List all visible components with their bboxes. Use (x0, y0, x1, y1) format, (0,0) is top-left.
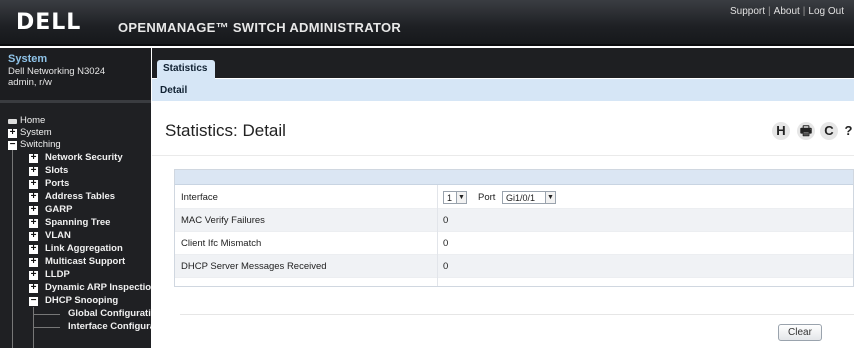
home-icon (8, 119, 17, 124)
nav-item-slots[interactable]: Slots (45, 165, 68, 177)
client-ifc-mismatch-value: 0 (443, 238, 449, 249)
expand-icon[interactable]: + (29, 205, 38, 215)
help-icon[interactable]: ? (843, 122, 854, 140)
top-links: Support | About | Log Out (730, 6, 844, 17)
expand-icon[interactable]: + (29, 257, 38, 267)
chevron-down-icon: ▼ (545, 192, 555, 203)
panel-header (175, 170, 853, 185)
nav-item-link-aggregation[interactable]: Link Aggregation (45, 243, 123, 255)
nav-item-dynamic-arp-inspection[interactable]: Dynamic ARP Inspection (45, 282, 151, 294)
expand-icon[interactable]: + (29, 153, 38, 163)
nav-item-global-configuration[interactable]: Global Configuratio (68, 308, 151, 320)
table-row: MAC Verify Failures 0 (175, 209, 853, 232)
help-hint-icon[interactable]: H (772, 122, 790, 140)
collapse-icon[interactable]: − (8, 140, 17, 150)
expand-icon[interactable]: + (29, 179, 38, 189)
sub-tab-detail[interactable]: Detail (160, 85, 187, 96)
nav-tree: Home + System − Switching + Network Secu… (0, 100, 151, 348)
app-title: OPENMANAGE™ SWITCH ADMINISTRATOR (118, 20, 402, 35)
system-title[interactable]: System (8, 53, 47, 65)
expand-icon[interactable]: + (29, 231, 38, 241)
nav-item-multicast-support[interactable]: Multicast Support (45, 256, 125, 268)
about-link[interactable]: About (774, 6, 800, 17)
system-user: admin, r/w (8, 77, 52, 88)
port-select[interactable]: Gi1/0/1 ▼ (502, 191, 556, 204)
detail-panel: Interface 1 ▼ Port Gi1/0/1 ▼ MAC Verify … (174, 169, 854, 287)
nav-item-system[interactable]: System (20, 127, 52, 139)
support-link[interactable]: Support (730, 6, 765, 17)
expand-icon[interactable]: + (29, 283, 38, 293)
nav-item-home[interactable]: Home (20, 115, 45, 127)
print-icon[interactable]: 🖶 (797, 122, 815, 140)
nav-item-dhcp-snooping[interactable]: DHCP Snooping (45, 295, 118, 307)
client-ifc-mismatch-label: Client Ifc Mismatch (181, 238, 262, 249)
clear-button[interactable]: Clear (778, 324, 822, 341)
system-model: Dell Networking N3024 (8, 66, 106, 77)
expand-icon[interactable]: + (8, 128, 17, 138)
expand-icon[interactable]: + (29, 166, 38, 176)
nav-item-interface-configuration[interactable]: Interface Configurat (68, 321, 151, 333)
refresh-icon[interactable]: C (820, 122, 838, 140)
port-select-value: Gi1/0/1 (506, 193, 536, 203)
tab-statistics[interactable]: Statistics (157, 60, 215, 79)
dhcp-server-messages-value: 0 (443, 261, 449, 272)
tree-line (34, 327, 60, 328)
port-label: Port (478, 192, 496, 203)
divider (152, 155, 854, 156)
nav-item-switching[interactable]: Switching (20, 139, 61, 151)
dhcp-server-messages-label: DHCP Server Messages Received (181, 261, 327, 272)
mac-verify-failures-label: MAC Verify Failures (181, 215, 265, 226)
nav-item-address-tables[interactable]: Address Tables (45, 191, 115, 203)
table-row: Client Ifc Mismatch 0 (175, 232, 853, 255)
nav-item-network-security[interactable]: Network Security (45, 152, 123, 164)
expand-icon[interactable]: + (29, 192, 38, 202)
system-info: System Dell Networking N3024 admin, r/w (0, 48, 151, 100)
nav-item-garp[interactable]: GARP (45, 204, 72, 216)
nav-item-vlan[interactable]: VLAN (45, 230, 71, 242)
logout-link[interactable]: Log Out (808, 6, 844, 17)
nav-item-ports[interactable]: Ports (45, 178, 69, 190)
chevron-down-icon: ▼ (456, 192, 466, 203)
expand-icon[interactable]: + (29, 270, 38, 280)
tree-line (12, 150, 13, 348)
mac-verify-failures-value: 0 (443, 215, 449, 226)
nav-item-spanning-tree[interactable]: Spanning Tree (45, 217, 110, 229)
collapse-icon[interactable]: − (29, 296, 38, 306)
interface-label: Interface (181, 192, 218, 203)
table-row: Interface 1 ▼ Port Gi1/0/1 ▼ (175, 186, 853, 209)
expand-icon[interactable]: + (29, 244, 38, 254)
sub-tab-bar: Detail (152, 79, 854, 101)
page-title: Statistics: Detail (165, 121, 286, 140)
divider (180, 314, 854, 315)
nav-item-lldp[interactable]: LLDP (45, 269, 70, 281)
top-header: DELL OPENMANAGE™ SWITCH ADMINISTRATOR Su… (0, 0, 854, 46)
tree-line (34, 314, 60, 315)
expand-icon[interactable]: + (29, 218, 38, 228)
table-row: DHCP Server Messages Received 0 (175, 255, 853, 278)
unit-select[interactable]: 1 ▼ (443, 191, 467, 204)
column-divider (437, 185, 438, 286)
tab-bar (152, 48, 854, 78)
unit-select-value: 1 (447, 193, 453, 203)
dell-logo: DELL (16, 10, 82, 35)
